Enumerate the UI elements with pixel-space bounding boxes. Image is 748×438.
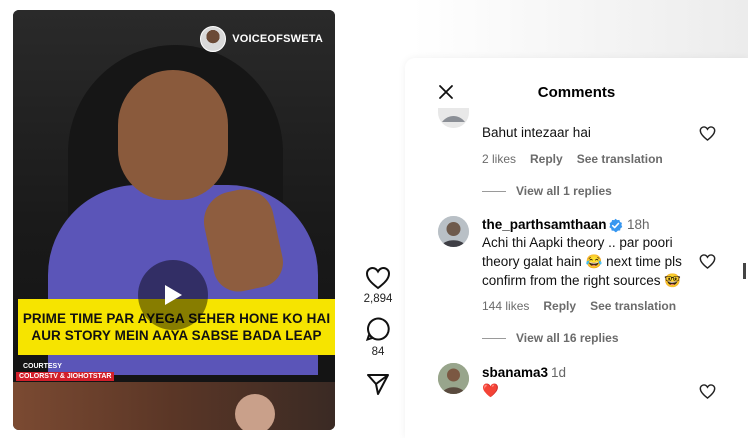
next-clip-thumbnail xyxy=(13,382,335,430)
avatar[interactable] xyxy=(438,108,469,128)
reply-button[interactable]: Reply xyxy=(543,299,576,313)
comment-text-line-3: confirm from the right sources 🤓 xyxy=(482,273,682,288)
person-face xyxy=(118,70,228,200)
avatar-photo-icon xyxy=(438,363,469,394)
action-rail: 2,894 84 xyxy=(356,266,400,396)
comment-like-heart-icon[interactable] xyxy=(699,125,716,142)
comment-count: 84 xyxy=(371,346,385,358)
replies-divider xyxy=(482,190,506,192)
see-translation-button[interactable]: See translation xyxy=(577,152,663,166)
avatar-partial-icon xyxy=(442,116,465,122)
scrollbar-thumb[interactable] xyxy=(743,263,746,279)
comment-meta: 2 likes Reply See translation xyxy=(482,152,663,166)
comment-time: 1d xyxy=(551,365,567,380)
paper-plane-icon[interactable] xyxy=(366,372,390,396)
comment-text: Bahut intezaar hai xyxy=(482,125,591,140)
comment-likes[interactable]: 144 likes xyxy=(482,299,529,313)
share-action[interactable] xyxy=(356,372,400,396)
play-button[interactable] xyxy=(138,260,208,330)
avatar-photo-icon xyxy=(438,216,469,247)
view-replies-button[interactable]: View all 16 replies xyxy=(482,331,619,345)
comment-username[interactable]: the_parthsamthaan xyxy=(482,217,607,232)
reply-button[interactable]: Reply xyxy=(530,152,563,166)
comment-action[interactable]: 84 xyxy=(356,317,400,358)
comment-meta: 144 likes Reply See translation xyxy=(482,299,676,313)
avatar[interactable] xyxy=(438,216,469,247)
comment-bubble-icon[interactable] xyxy=(365,317,391,343)
comments-panel: Comments Bahut intezaar hai 2 likes Repl… xyxy=(405,58,748,438)
channel-watermark: VOICEOFSWETA xyxy=(200,26,323,52)
like-action[interactable]: 2,894 xyxy=(356,266,400,305)
see-translation-button[interactable]: See translation xyxy=(590,299,676,313)
play-icon xyxy=(165,285,182,305)
heart-icon[interactable] xyxy=(365,266,391,290)
comment-text-line-1: Achi thi Aapki theory .. par poori xyxy=(482,235,673,250)
replies-divider xyxy=(482,337,506,339)
comment-time: 18h xyxy=(627,217,650,232)
reel-video[interactable]: VOICEOFSWETA PRIME TIME PAR AYEGA SEHER … xyxy=(13,10,335,430)
courtesy-label: COURTESY xyxy=(23,363,62,370)
view-replies-label[interactable]: View all 16 replies xyxy=(516,331,619,345)
next-clip-figure xyxy=(235,394,275,430)
like-count: 2,894 xyxy=(363,293,393,305)
view-replies-button[interactable]: View all 1 replies xyxy=(482,184,612,198)
channel-name: VOICEOFSWETA xyxy=(232,33,323,45)
view-replies-label[interactable]: View all 1 replies xyxy=(516,184,612,198)
courtesy-source: COLORSTV & JIOHOTSTAR xyxy=(16,372,115,381)
comment-text: ❤️ xyxy=(482,383,499,398)
comment-like-heart-icon[interactable] xyxy=(699,383,716,400)
caption-line-2: AUR STORY MEIN AAYA SABSE BADA LEAP xyxy=(31,328,322,343)
comment-likes[interactable]: 2 likes xyxy=(482,152,516,166)
channel-avatar xyxy=(200,26,227,52)
verified-badge-icon xyxy=(609,218,623,233)
panel-title: Comments xyxy=(537,84,616,101)
avatar[interactable] xyxy=(438,363,469,394)
comment-like-heart-icon[interactable] xyxy=(699,253,716,270)
comment-username[interactable]: sbanama3 xyxy=(482,365,548,380)
comment-text-line-2: theory galat hain 😂 next time pls xyxy=(482,254,682,269)
